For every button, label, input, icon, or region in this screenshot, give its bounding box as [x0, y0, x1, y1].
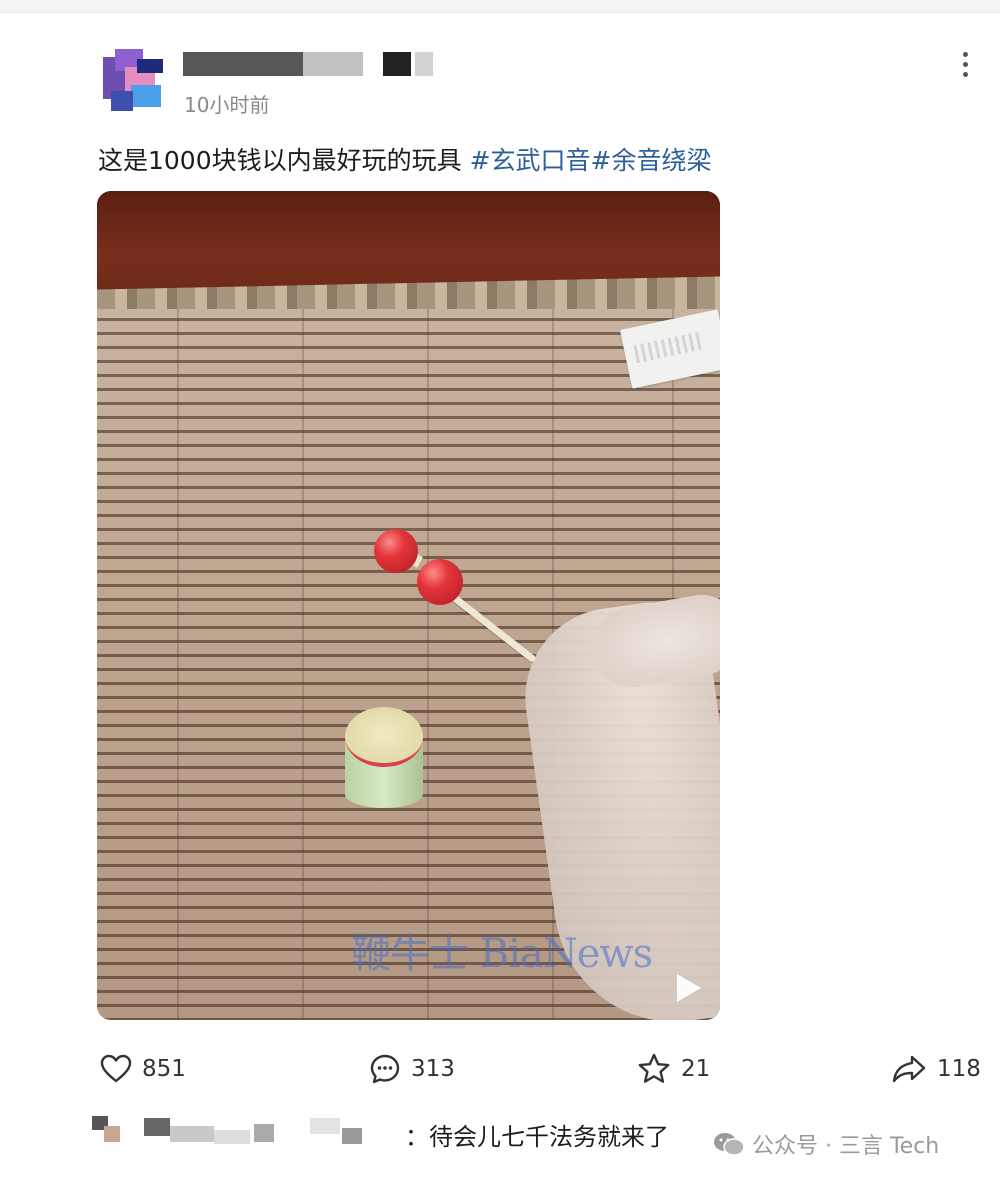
- commenter-name-blurred[interactable]: [92, 1116, 402, 1144]
- like-count: 851: [142, 1056, 186, 1082]
- play-icon[interactable]: [677, 974, 701, 1002]
- toy-red-ball: [374, 529, 418, 573]
- username-blurred[interactable]: [183, 48, 443, 82]
- star-icon: [638, 1053, 670, 1083]
- caption-text: 这是1000块钱以内最好玩的玩具: [98, 146, 470, 175]
- comment-count: 313: [411, 1056, 455, 1082]
- more-vertical-icon[interactable]: [954, 48, 976, 80]
- hashtag-link[interactable]: #玄武口音: [470, 146, 591, 175]
- share-count: 118: [937, 1056, 981, 1082]
- hashtag-link[interactable]: #余音绕梁: [591, 146, 712, 175]
- comment-button[interactable]: 313: [369, 1052, 455, 1086]
- share-button[interactable]: 118: [891, 1052, 981, 1086]
- favorite-count: 21: [681, 1056, 711, 1082]
- toy-cup: [345, 707, 425, 812]
- post-caption: 这是1000块钱以内最好玩的玩具 #玄武口音#余音绕梁: [98, 141, 711, 177]
- avatar[interactable]: [97, 47, 167, 117]
- post-time: 10小时前: [184, 93, 270, 117]
- comment-text: ：待会儿七千法务就来了: [405, 1123, 669, 1151]
- comment-icon: [370, 1054, 400, 1084]
- media-watermark: 鞭牛士 BiaNews: [351, 931, 653, 977]
- favorite-button[interactable]: 21: [637, 1052, 710, 1086]
- heart-icon: [100, 1054, 132, 1083]
- share-icon: [892, 1055, 926, 1083]
- top-divider: [0, 0, 1000, 13]
- footer-watermark: 公众号 · 三言 Tech: [712, 1128, 939, 1160]
- post-video[interactable]: 鞭牛士 BiaNews: [97, 191, 720, 1020]
- toy-red-ball: [417, 559, 463, 605]
- like-button[interactable]: 851: [100, 1052, 186, 1086]
- wechat-icon: [714, 1133, 745, 1156]
- footer-watermark-text: 公众号 · 三言 Tech: [752, 1134, 940, 1159]
